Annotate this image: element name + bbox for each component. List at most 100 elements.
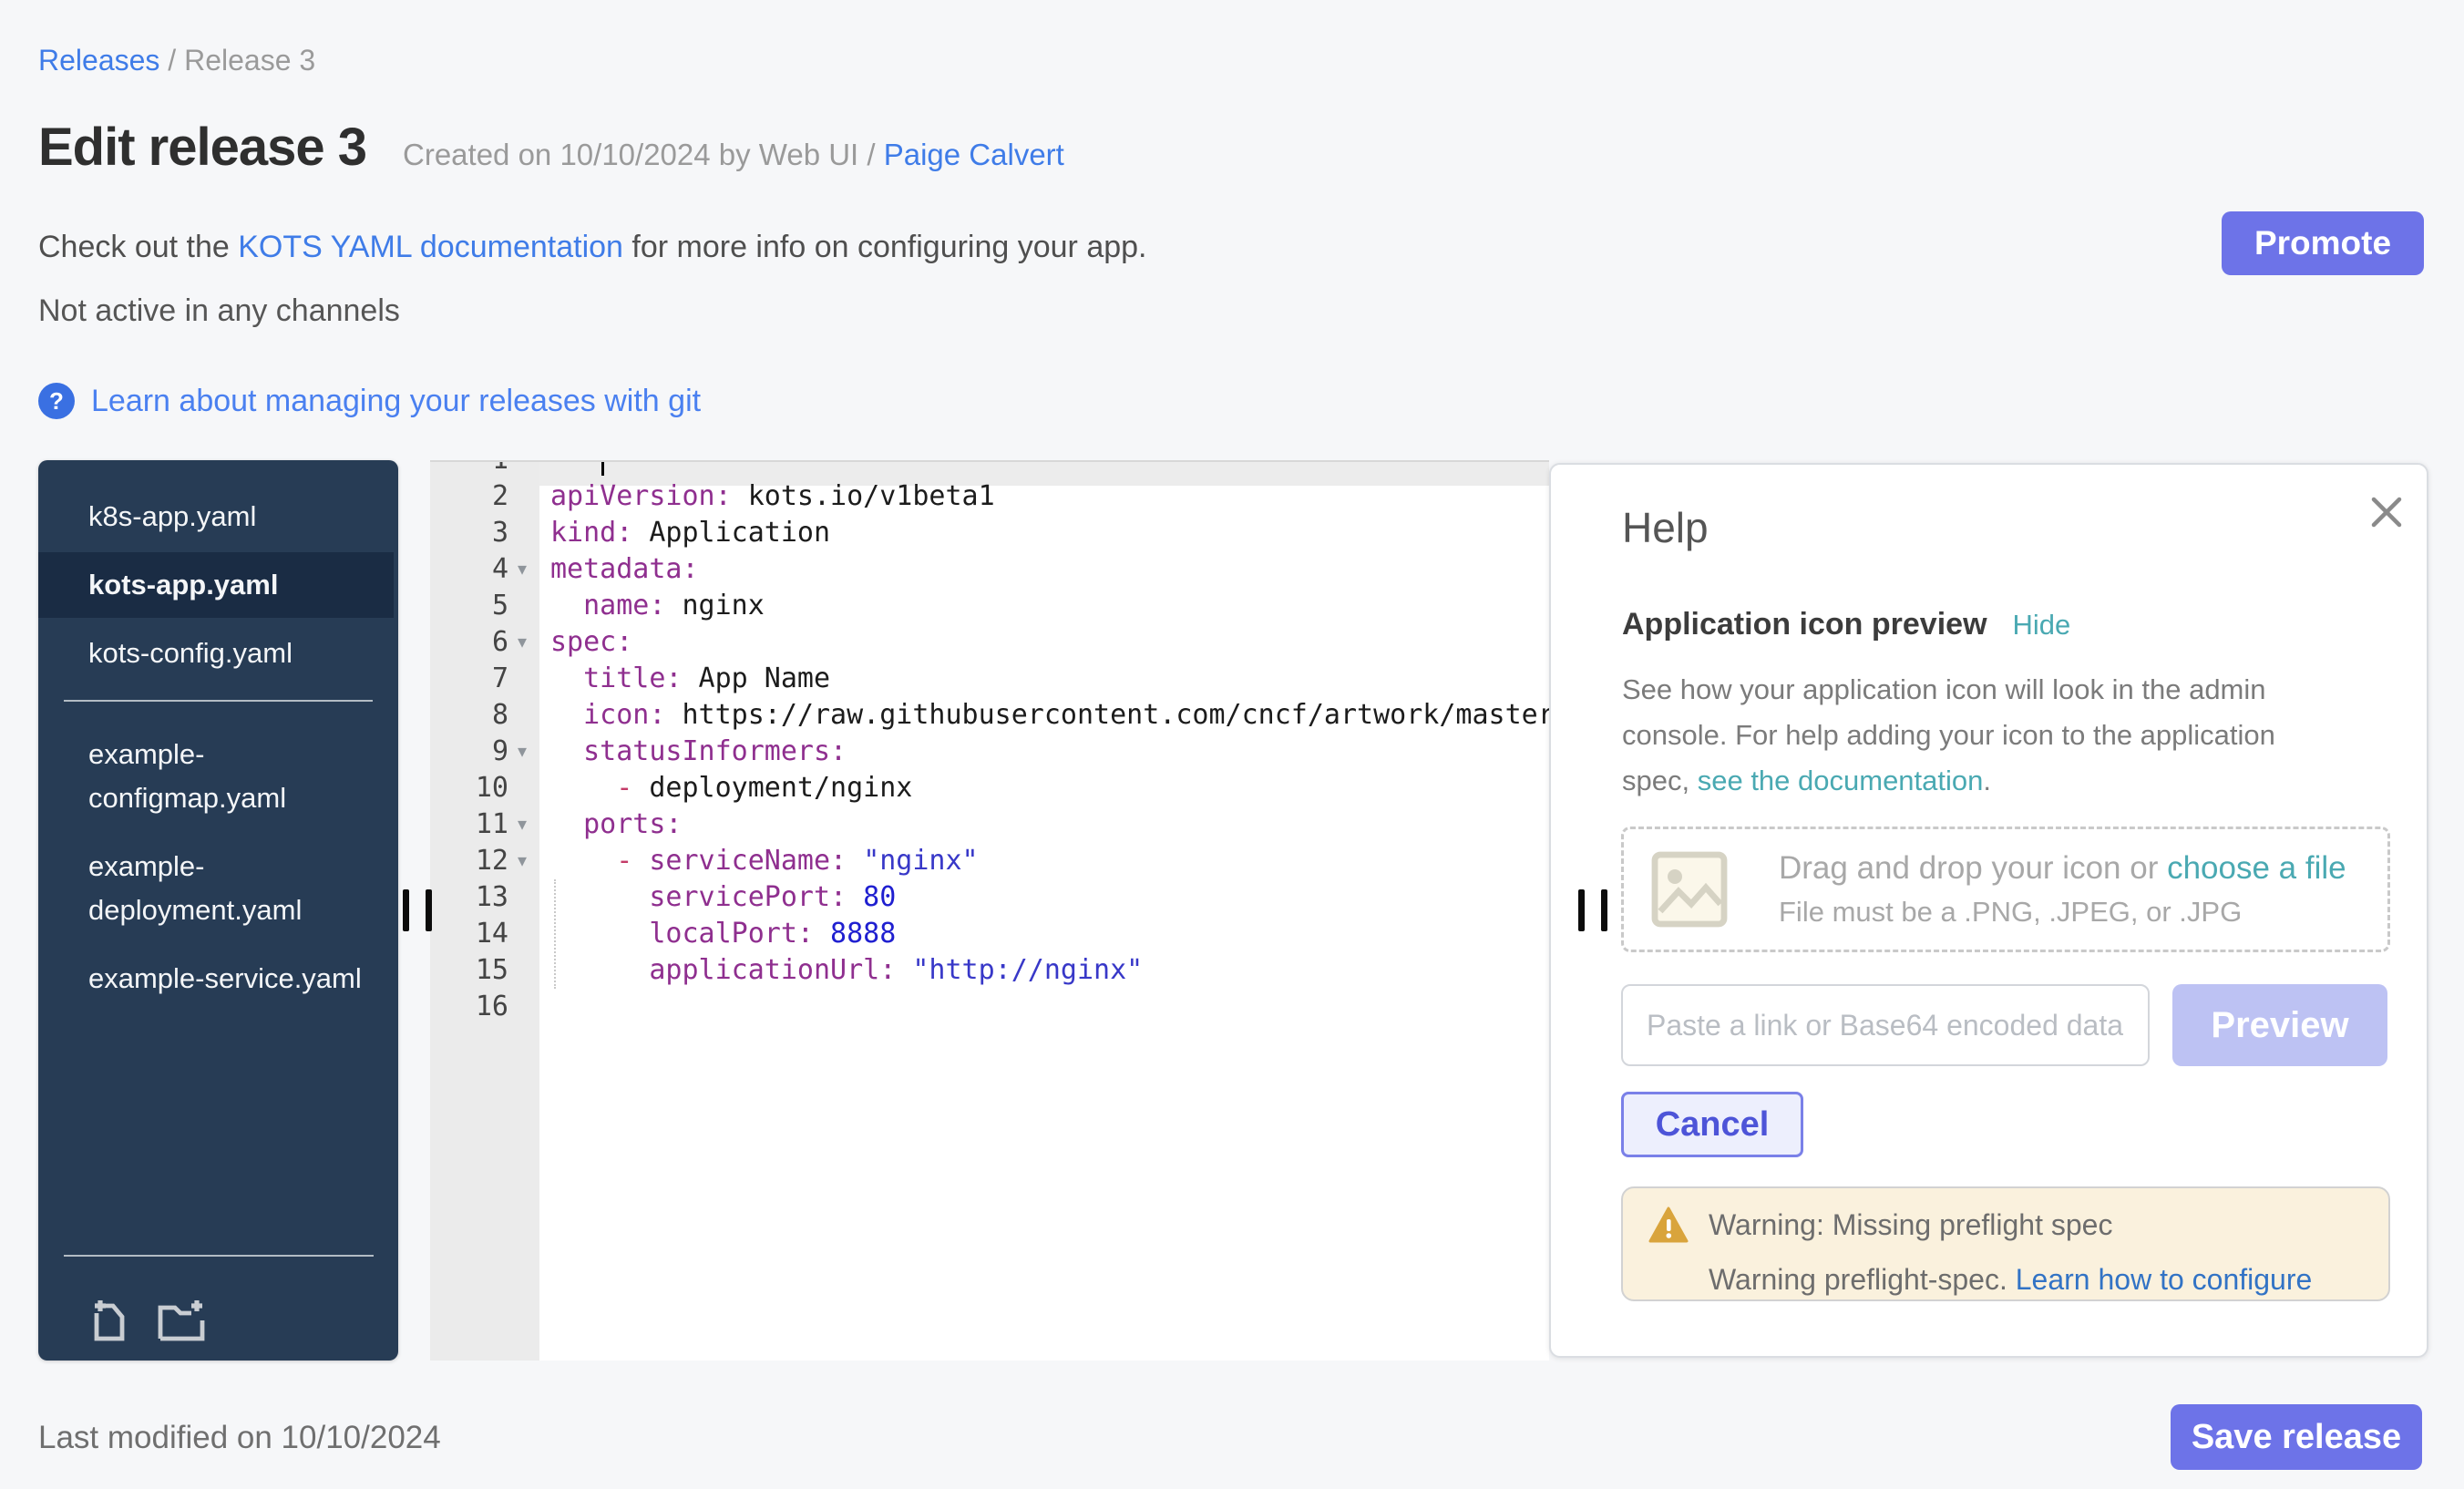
last-modified: Last modified on 10/10/2024	[38, 1420, 441, 1456]
breadcrumb: Releases / Release 3	[38, 44, 315, 77]
file-item[interactable]: kots-app.yaml	[38, 552, 394, 618]
line-number[interactable]: 8	[430, 697, 539, 734]
created-text: Created on 10/10/2024 by Web UI /	[403, 138, 884, 171]
code-area[interactable]: ---apiVersion: kots.io/v1beta1kind: Appl…	[539, 462, 1549, 1361]
code-line[interactable]: icon: https://raw.githubusercontent.com/…	[539, 697, 1549, 734]
fold-arrow-icon[interactable]: ▾	[510, 734, 534, 770]
line-number[interactable]: 9▾	[430, 734, 539, 770]
code-line[interactable]: applicationUrl: "http://nginx"	[539, 952, 1549, 989]
breadcrumb-current: Release 3	[184, 44, 315, 77]
new-folder-icon[interactable]	[155, 1297, 208, 1344]
code-lines: ---apiVersion: kots.io/v1beta1kind: Appl…	[539, 462, 1549, 1025]
fold-arrow-icon[interactable]: ▾	[510, 551, 534, 588]
learn-configure-link[interactable]: Learn how to configure	[2016, 1263, 2313, 1296]
cancel-button[interactable]: Cancel	[1621, 1092, 1803, 1157]
docs-prefix: Check out the	[38, 230, 238, 264]
line-number[interactable]: 12▾	[430, 843, 539, 879]
icon-url-input[interactable]	[1621, 984, 2150, 1066]
file-item[interactable]: example-configmap.yaml	[38, 733, 394, 820]
code-line[interactable]: spec:	[539, 624, 1549, 661]
line-number[interactable]: 6▾	[430, 624, 539, 661]
file-item[interactable]: example-deployment.yaml	[38, 845, 394, 932]
icon-preview-title: Application icon preview	[1622, 607, 1987, 642]
line-number[interactable]: 14	[430, 916, 539, 952]
line-number[interactable]: 16	[430, 989, 539, 1025]
warning-detail: Warning preflight-spec.	[1709, 1263, 2016, 1296]
line-number[interactable]: 4▾	[430, 551, 539, 588]
git-releases-link[interactable]: Learn about managing your releases with …	[91, 384, 701, 419]
choose-file-link[interactable]: choose a file	[2167, 850, 2346, 886]
created-by-link[interactable]: Paige Calvert	[884, 138, 1064, 171]
file-list-top: k8s-app.yaml kots-app.yaml kots-config.yam…	[38, 460, 398, 675]
preflight-warning: Warning: Missing preflight spec Warning …	[1621, 1186, 2390, 1301]
code-line[interactable]: title: App Name	[539, 661, 1549, 697]
line-number[interactable]: 10	[430, 770, 539, 806]
file-item[interactable]: example-service.yaml	[38, 957, 394, 1001]
description-period: .	[1983, 765, 1991, 796]
code-line[interactable]: - serviceName: "nginx"	[539, 843, 1549, 879]
line-number[interactable]: 7	[430, 661, 539, 697]
text-cursor	[601, 462, 604, 476]
new-file-icon[interactable]	[86, 1297, 133, 1344]
line-number[interactable]: 15	[430, 952, 539, 989]
kots-yaml-docs-link[interactable]: KOTS YAML documentation	[238, 230, 623, 264]
fold-arrow-icon[interactable]: ▾	[510, 843, 534, 879]
sidebar-resize-handle[interactable]	[403, 889, 432, 931]
line-number[interactable]: 5	[430, 588, 539, 624]
fold-arrow-icon[interactable]: ▾	[510, 806, 534, 843]
code-line[interactable]: - deployment/nginx	[539, 770, 1549, 806]
breadcrumb-separator: /	[159, 44, 184, 77]
line-number[interactable]: 13	[430, 879, 539, 916]
channel-status: Not active in any channels	[38, 293, 400, 329]
fold-arrow-icon[interactable]: ▾	[510, 624, 534, 661]
code-line[interactable]: kind: Application	[539, 515, 1549, 551]
line-number[interactable]: 1	[430, 460, 539, 478]
breadcrumb-releases-link[interactable]: Releases	[38, 44, 159, 77]
editor-gutter: 1234▾56▾789▾1011▾12▾13141516	[430, 462, 539, 1361]
icon-preview-description: See how your application icon will look …	[1622, 667, 2333, 804]
drop-text: Drag and drop your icon or	[1779, 850, 2167, 886]
code-line[interactable]: statusInformers:	[539, 734, 1549, 770]
file-list-bottom: example-configmap.yaml example-deployment…	[38, 733, 398, 1001]
sidebar-bottom-divider	[64, 1255, 374, 1257]
code-line[interactable]: ---	[539, 462, 1549, 478]
help-title: Help	[1622, 503, 2427, 552]
created-meta: Created on 10/10/2024 by Web UI / Paige …	[403, 138, 1064, 172]
code-line[interactable]: apiVersion: kots.io/v1beta1	[539, 478, 1549, 515]
gutter-rows: 1234▾56▾789▾1011▾12▾13141516	[430, 460, 539, 1025]
drop-hint: File must be a .PNG, .JPEG, or .JPG	[1779, 896, 2346, 929]
docs-suffix: for more info on configuring your app.	[623, 230, 1147, 264]
file-tree-sidebar: k8s-app.yaml kots-app.yaml kots-config.yam…	[38, 460, 398, 1361]
line-number[interactable]: 2	[430, 478, 539, 515]
promote-button[interactable]: Promote	[2222, 211, 2424, 275]
icon-dropzone[interactable]: Drag and drop your icon or choose a file…	[1621, 827, 2390, 952]
file-item[interactable]: k8s-app.yaml	[38, 495, 394, 539]
file-list-divider	[64, 700, 373, 702]
see-documentation-link[interactable]: see the documentation	[1698, 765, 1984, 796]
help-panel-resize-handle[interactable]	[1578, 889, 1607, 931]
code-line[interactable]: servicePort: 80	[539, 879, 1549, 916]
code-line[interactable]: localPort: 8888	[539, 916, 1549, 952]
question-icon: ?	[38, 383, 75, 419]
yaml-editor[interactable]: 1234▾56▾789▾1011▾12▾13141516 ---apiVersi…	[430, 460, 1549, 1361]
git-help-row: ? Learn about managing your releases wit…	[38, 383, 701, 419]
warning-text: Warning: Missing preflight spec	[1709, 1208, 2112, 1242]
hide-link[interactable]: Hide	[2013, 609, 2071, 642]
page-title: Edit release 3	[38, 117, 366, 178]
line-number[interactable]: 3	[430, 515, 539, 551]
close-icon[interactable]	[2366, 492, 2407, 532]
save-release-button[interactable]: Save release	[2171, 1404, 2422, 1470]
help-panel: Help Application icon preview Hide See h…	[1549, 463, 2428, 1358]
code-line[interactable]: name: nginx	[539, 588, 1549, 624]
image-placeholder-icon	[1651, 851, 1728, 928]
file-item[interactable]: kots-config.yaml	[38, 632, 394, 675]
docs-row: Check out the KOTS YAML documentation fo…	[38, 230, 1147, 265]
warning-icon	[1648, 1207, 1689, 1243]
line-number[interactable]: 11▾	[430, 806, 539, 843]
preview-button[interactable]: Preview	[2172, 984, 2387, 1066]
code-line[interactable]: metadata:	[539, 551, 1549, 588]
title-row: Edit release 3 Created on 10/10/2024 by …	[38, 117, 1064, 178]
code-line[interactable]: ports:	[539, 806, 1549, 843]
sidebar-bottom	[38, 1269, 398, 1361]
code-line[interactable]	[539, 989, 1549, 1025]
